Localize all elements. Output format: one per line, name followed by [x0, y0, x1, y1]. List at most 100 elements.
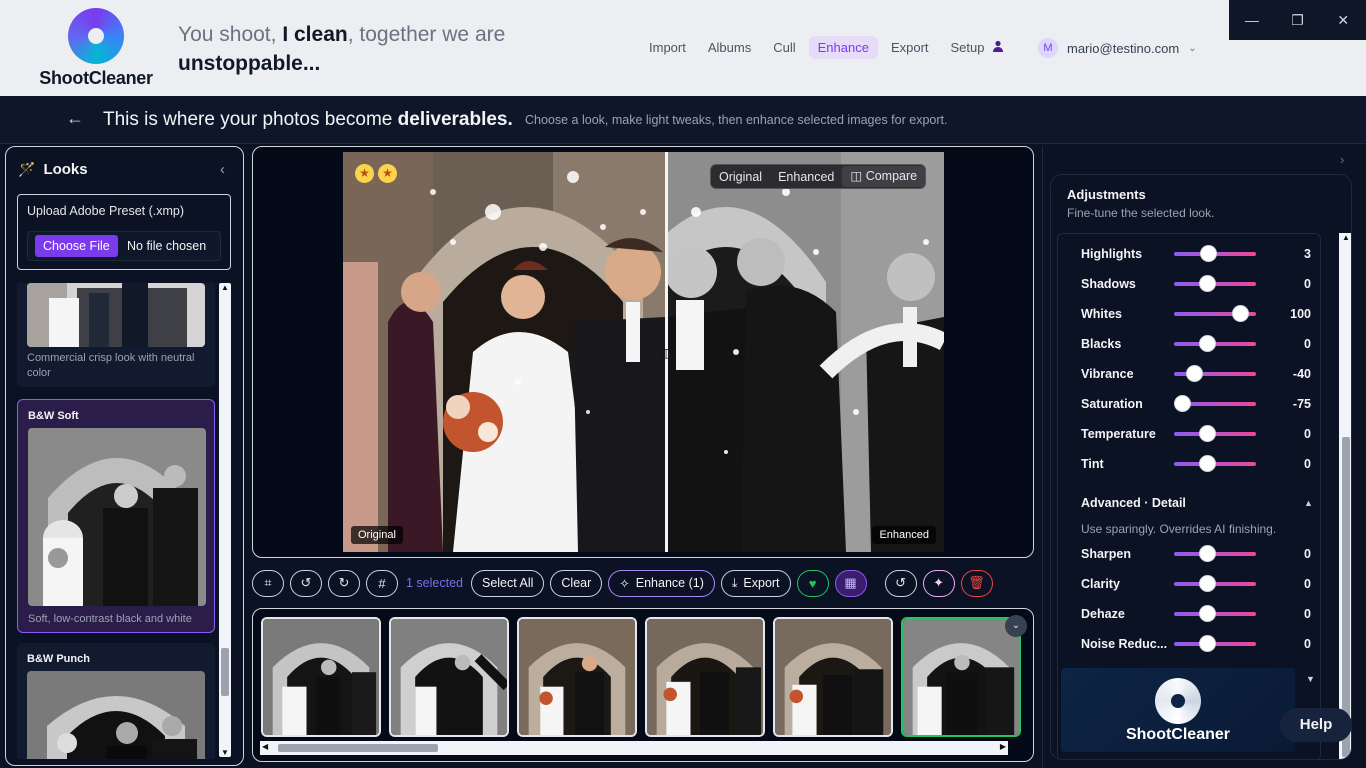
slider-knob[interactable] — [1199, 455, 1216, 472]
clear-button[interactable]: Clear — [550, 569, 603, 597]
nav-import[interactable]: Import — [640, 36, 695, 59]
enhance-button[interactable]: ✧ Enhance (1) — [608, 569, 715, 597]
adjustment-slider-row: Tint 0 — [1081, 454, 1311, 474]
look-card-bw-soft[interactable]: B&W Soft Soft, low-contrast black and wh… — [17, 399, 215, 633]
adjustment-slider-row: Dehaze 0 — [1081, 604, 1311, 624]
help-button[interactable]: Help — [1280, 708, 1352, 742]
slider-knob[interactable] — [1174, 395, 1192, 412]
chevron-down-icon[interactable]: ⌄ — [1005, 615, 1027, 637]
magic-wand-icon: ✧ — [619, 576, 630, 591]
slider-knob[interactable] — [1199, 605, 1216, 622]
scroll-right-icon[interactable]: ▶ — [1000, 742, 1006, 751]
user-icon[interactable] — [992, 40, 1004, 52]
close-icon[interactable]: ✕ — [1320, 0, 1366, 40]
original-photo — [343, 152, 666, 552]
chevron-down-icon[interactable]: ▼ — [1306, 674, 1315, 684]
slider-knob[interactable] — [1199, 245, 1217, 262]
slider-knob[interactable] — [1232, 305, 1249, 322]
nav-albums[interactable]: Albums — [699, 36, 760, 59]
enhance-label: Enhance (1) — [635, 576, 704, 590]
compare-mode-toggle: Original Enhanced ◫ Compare — [710, 164, 927, 189]
export-label: Export — [743, 576, 780, 590]
adjustment-slider-row: Noise Reduc... 0 — [1081, 634, 1311, 654]
nav-cull[interactable]: Cull — [764, 36, 804, 59]
back-arrow-icon[interactable]: ← — [66, 108, 84, 129]
film-thumbnail[interactable] — [389, 617, 509, 737]
crop-icon[interactable]: ⌗ — [252, 569, 284, 597]
slider-label: Vibrance — [1081, 367, 1134, 381]
slider-knob[interactable] — [1199, 575, 1216, 592]
look-card-bw-punch[interactable]: B&W Punch — [17, 643, 215, 759]
restore-icon[interactable]: ❐ — [1275, 0, 1321, 40]
slider-knob[interactable] — [1199, 275, 1216, 292]
look-card[interactable]: Commercial crisp look with neutral color — [17, 283, 215, 387]
adjustments-scrollbar[interactable]: ▲ — [1339, 233, 1351, 759]
compare-image[interactable]: ◫ ★ ★ Original Enhanced ◫ Compare Origin… — [343, 152, 944, 552]
heart-icon[interactable]: ♥ — [796, 569, 829, 597]
rotate-left-icon[interactable]: ↺ — [290, 569, 322, 597]
chevron-up-icon[interactable]: ▲ — [1304, 498, 1313, 508]
auto-fix-icon[interactable]: ✦ — [922, 569, 955, 597]
adjustment-slider-row: Shadows 0 — [1081, 274, 1311, 294]
star-icon[interactable]: ★ — [378, 164, 397, 183]
slider-knob[interactable] — [1199, 335, 1216, 352]
enhanced-photo — [666, 152, 944, 552]
film-thumbnail[interactable] — [645, 617, 765, 737]
film-thumbnail-selected[interactable] — [901, 617, 1021, 737]
slider-label: Clarity — [1081, 577, 1120, 591]
selection-count: 1 selected — [406, 576, 463, 590]
minimize-icon[interactable]: — — [1229, 0, 1275, 40]
nav-setup[interactable]: Setup — [942, 36, 994, 59]
enhanced-label: Enhanced — [872, 526, 936, 544]
chevron-left-icon[interactable]: ‹ — [220, 161, 225, 178]
film-thumbnail[interactable] — [261, 617, 381, 737]
advanced-section-title[interactable]: Advanced · Detail — [1081, 496, 1186, 510]
scroll-down-icon[interactable]: ▼ — [221, 748, 229, 757]
choose-file-button[interactable]: Choose File — [35, 235, 118, 257]
slider-label: Dehaze — [1081, 607, 1125, 621]
file-input[interactable]: Choose File No file chosen — [27, 231, 221, 261]
reset-icon[interactable]: ↺ — [884, 569, 917, 597]
rating-stars[interactable]: ★ ★ — [355, 164, 397, 183]
scroll-left-icon[interactable]: ◀ — [262, 742, 268, 751]
scrollbar-thumb[interactable] — [221, 648, 229, 696]
slider-label: Sharpen — [1081, 547, 1132, 561]
filmstrip-scrollbar[interactable]: ◀ ▶ — [260, 741, 1008, 755]
trash-icon[interactable]: 🗑 — [960, 569, 993, 597]
scrollbar-thumb[interactable] — [1342, 437, 1350, 757]
nav-enhance[interactable]: Enhance — [808, 36, 878, 59]
rotate-right-icon[interactable]: ↻ — [328, 569, 360, 597]
scroll-up-icon[interactable]: ▲ — [221, 283, 229, 292]
star-icon[interactable]: ★ — [355, 164, 374, 183]
film-thumbnail[interactable] — [517, 617, 637, 737]
app-logo[interactable]: ShootCleaner — [34, 8, 158, 90]
slider-value: 100 — [1290, 307, 1311, 321]
split-handle-icon[interactable]: ◫ — [656, 345, 676, 361]
film-icon[interactable]: ▦ — [834, 569, 867, 597]
slider-value: 0 — [1304, 607, 1311, 621]
slider-knob[interactable] — [1199, 425, 1216, 442]
page-title-text: This is where your photos become — [103, 109, 398, 130]
main-nav: Import Albums Cull Enhance Export Setup — [640, 36, 994, 59]
scroll-up-icon[interactable]: ▲ — [1342, 233, 1350, 242]
export-button[interactable]: ⤓ Export — [720, 569, 791, 597]
looks-scrollbar[interactable]: ▲ ▼ — [219, 283, 231, 757]
slider-knob[interactable] — [1185, 365, 1203, 382]
account-menu[interactable]: M mario@testino.com ⌄ — [1038, 38, 1197, 58]
slider-knob[interactable] — [1199, 635, 1216, 652]
chevron-right-icon[interactable]: › — [1340, 152, 1344, 167]
download-icon: ⤓ — [731, 575, 738, 590]
page-title: This is where your photos become deliver… — [103, 109, 513, 131]
mode-enhanced[interactable]: Enhanced — [770, 170, 842, 184]
look-thumbnail — [27, 671, 205, 759]
mode-original[interactable]: Original — [711, 170, 770, 184]
grid-icon[interactable]: # — [366, 569, 398, 597]
film-thumbnail[interactable] — [773, 617, 893, 737]
mode-compare[interactable]: ◫ Compare — [842, 166, 926, 187]
adjustment-slider-row: Whites 100 — [1081, 304, 1311, 324]
select-all-button[interactable]: Select All — [470, 569, 545, 597]
slider-knob[interactable] — [1199, 545, 1216, 562]
nav-export[interactable]: Export — [882, 36, 938, 59]
look-thumbnail — [27, 283, 205, 347]
scrollbar-thumb[interactable] — [278, 744, 438, 752]
